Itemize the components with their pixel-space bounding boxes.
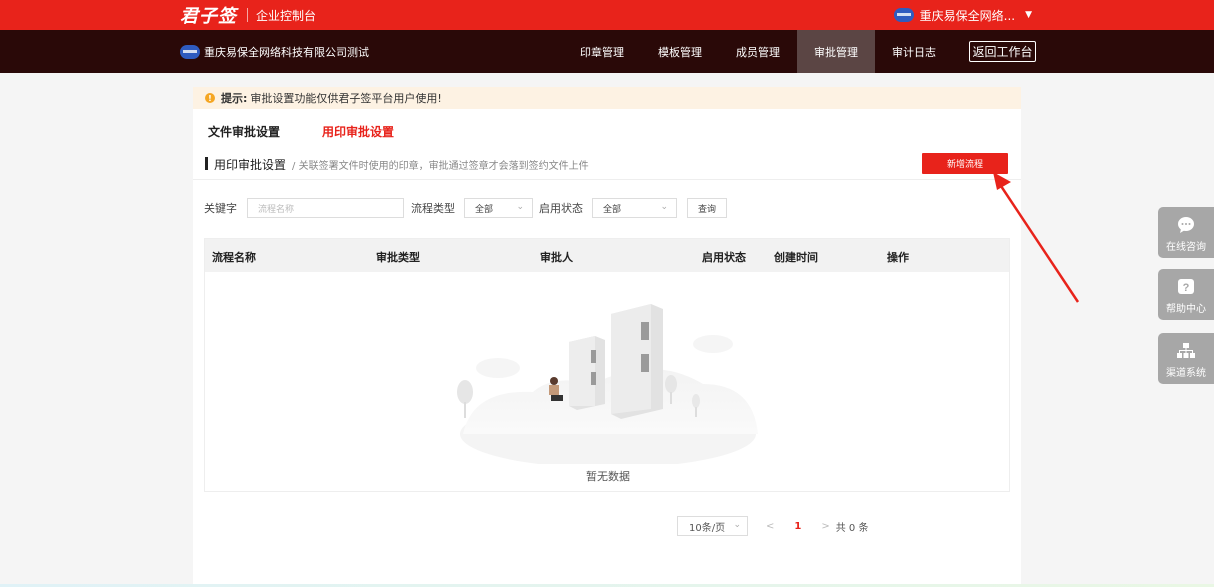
section-description: / 关联签署文件时使用的印章，审批通过签章才会落到签约文件上件 (292, 161, 589, 172)
empty-illustration (457, 304, 758, 464)
back-to-workbench-button[interactable]: 返回工作台 (969, 41, 1036, 62)
company-avatar-icon (893, 8, 914, 22)
question-icon: ? (1177, 278, 1195, 296)
company-logo-icon (180, 44, 200, 59)
page-size-value: 10条/页 (689, 522, 726, 534)
nav-item-members[interactable]: 成员管理 (719, 30, 797, 73)
nav-item-template[interactable]: 模板管理 (641, 30, 719, 73)
total-count: 共 0 条 (835, 522, 869, 534)
tab-file-approval[interactable]: 文件审批设置 (208, 123, 280, 140)
current-page[interactable]: 1 (794, 521, 801, 532)
side-help-center-label: 帮助中心 (1166, 304, 1206, 315)
user-menu[interactable]: 重庆易保全网络... ▼ (893, 0, 1032, 30)
status-select[interactable]: 全部 ⌄ (592, 198, 677, 218)
prev-page-icon[interactable]: < (766, 521, 774, 532)
empty-state-text: 暂无数据 (586, 470, 630, 483)
warning-icon: ! (205, 93, 215, 103)
brand-logo[interactable]: 君子签 (180, 2, 237, 28)
keyword-input[interactable]: 流程名称 (247, 198, 404, 218)
table-header: 流程名称 审批类型 审批人 启用状态 创建时间 操作 (205, 239, 1009, 272)
side-online-consult-label: 在线咨询 (1166, 242, 1206, 253)
chevron-down-icon: ⌄ (660, 202, 668, 212)
notice-text: 审批设置功能仅供君子签平台用户使用! (250, 92, 442, 105)
section-title: 用印审批设置 (214, 158, 287, 172)
column-header-actions[interactable]: 操作 (887, 249, 909, 265)
org-chart-icon (1177, 342, 1195, 360)
chat-bubble-icon (1177, 216, 1195, 234)
side-channel-system-label: 渠道系统 (1166, 368, 1206, 379)
page-size-select[interactable]: 10条/页 ⌄ (677, 516, 748, 536)
user-name: 重庆易保全网络... (919, 8, 1016, 23)
annotation-arrow-icon (993, 172, 1080, 303)
side-help-center[interactable]: ? 帮助中心 (1158, 269, 1214, 320)
chevron-down-icon: ⌄ (733, 520, 741, 530)
company-name: 重庆易保全网络科技有限公司测试 (204, 45, 369, 59)
caret-down-icon: ▼ (1025, 10, 1032, 20)
notice-label: 提示: (221, 92, 248, 105)
process-table: 流程名称 审批类型 审批人 启用状态 创建时间 操作 暂无数据 (204, 238, 1010, 492)
section-marker (205, 157, 208, 170)
nav-item-audit-log[interactable]: 审计日志 (875, 30, 953, 73)
column-header-type[interactable]: 审批类型 (376, 249, 420, 265)
next-page-icon[interactable]: > (821, 521, 829, 532)
side-online-consult[interactable]: 在线咨询 (1158, 207, 1214, 258)
column-header-status[interactable]: 启用状态 (702, 249, 746, 265)
query-button[interactable]: 查询 (687, 198, 727, 218)
console-title: 企业控制台 (256, 8, 317, 23)
nav-item-seal[interactable]: 印章管理 (563, 30, 641, 73)
content-panel: ! 提示: 审批设置功能仅供君子签平台用户使用! 文件审批设置 用印审批设置 用… (193, 87, 1021, 587)
process-type-select[interactable]: 全部 ⌄ (464, 198, 533, 218)
pagination: 10条/页 ⌄ < 1 > 共 0 条 (677, 516, 868, 536)
main-nav: 重庆易保全网络科技有限公司测试 印章管理 模板管理 成员管理 审批管理 审计日志… (0, 30, 1214, 73)
top-bar: 君子签 企业控制台 重庆易保全网络... ▼ (0, 0, 1214, 30)
nav-item-approval[interactable]: 审批管理 (797, 30, 875, 73)
section-header: 用印审批设置 / 关联签署文件时使用的印章，审批通过签章才会落到签约文件上件 (193, 156, 1021, 180)
process-type-label: 流程类型 (411, 202, 455, 215)
column-header-created[interactable]: 创建时间 (774, 249, 818, 265)
status-value: 全部 (603, 204, 622, 215)
column-header-approver[interactable]: 审批人 (540, 249, 573, 265)
filter-bar: 关键字 流程名称 流程类型 全部 ⌄ 启用状态 全部 ⌄ 查询 (204, 198, 727, 218)
approval-tabs: 文件审批设置 用印审批设置 (208, 123, 436, 140)
logo-divider (247, 8, 248, 22)
column-header-name[interactable]: 流程名称 (212, 249, 256, 265)
svg-text:?: ? (1183, 282, 1190, 294)
nav-items: 印章管理 模板管理 成员管理 审批管理 审计日志 (563, 30, 953, 73)
side-channel-system[interactable]: 渠道系统 (1158, 333, 1214, 384)
status-label: 启用状态 (539, 202, 583, 215)
notice-bar: ! 提示: 审批设置功能仅供君子签平台用户使用! (193, 87, 1021, 109)
process-type-value: 全部 (475, 204, 494, 215)
keyword-label: 关键字 (204, 202, 237, 215)
company-name-area: 重庆易保全网络科技有限公司测试 (180, 30, 369, 73)
chevron-down-icon: ⌄ (516, 202, 524, 212)
tab-seal-approval[interactable]: 用印审批设置 (322, 123, 394, 140)
